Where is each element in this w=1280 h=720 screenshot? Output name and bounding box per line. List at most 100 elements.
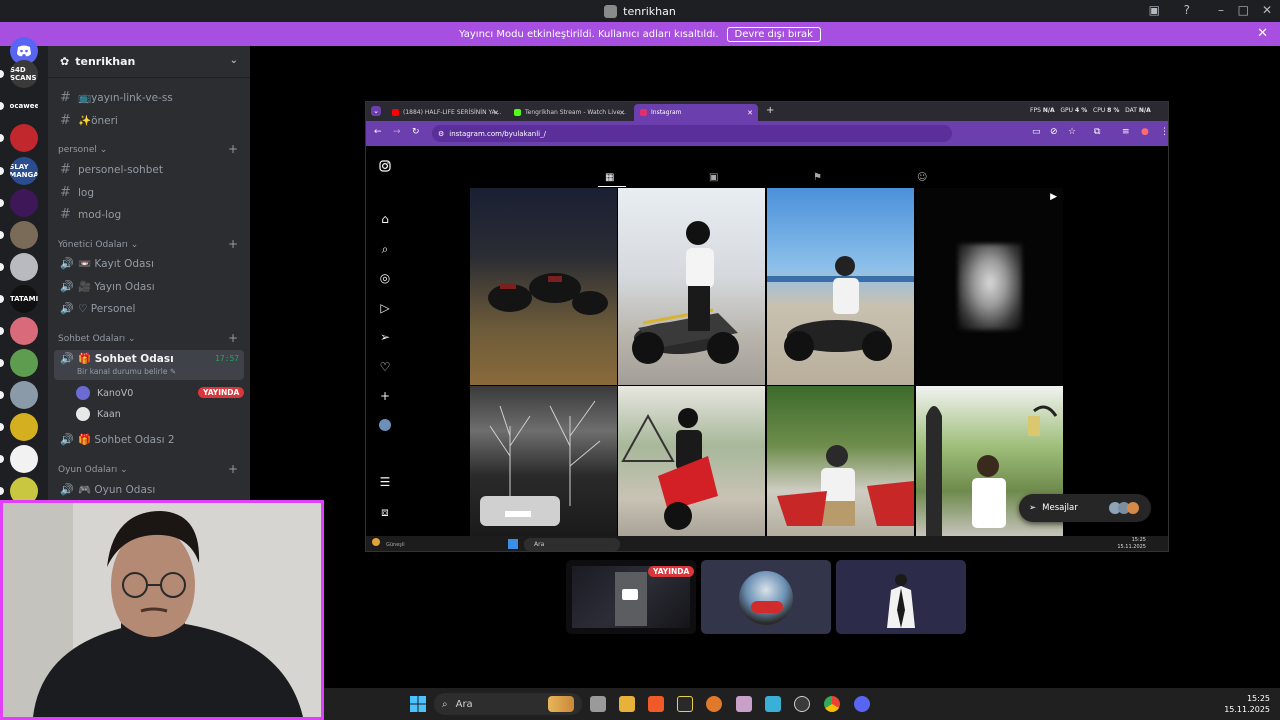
voice-kayit-odasi[interactable]: 🔊 📼 Kayıt Odası xyxy=(60,257,154,270)
app-icon[interactable] xyxy=(736,696,752,712)
search-field[interactable]: Ara xyxy=(524,538,620,551)
server-icon[interactable]: SLAY MANGA xyxy=(10,157,38,185)
server-icon[interactable]: TATAMI xyxy=(10,285,38,313)
post-thumbnail[interactable] xyxy=(618,386,765,536)
more-menu-icon[interactable]: ☰ xyxy=(378,475,392,489)
tab-list-icon[interactable]: ⌄ xyxy=(371,106,381,116)
avatar[interactable] xyxy=(378,419,392,433)
taskbar-clock[interactable]: 15:25 15.11.2025 xyxy=(1224,693,1270,715)
cast-icon[interactable]: ▭ xyxy=(1032,127,1041,137)
channel-log[interactable]: # log xyxy=(60,185,94,200)
server-icon[interactable]: Gocaweeb xyxy=(10,92,38,120)
screen-share-browser[interactable]: ⌄ (1884) HALF-LIFE SERİSİNİN YA... ✕ Teng… xyxy=(365,101,1169,552)
server-icon[interactable] xyxy=(10,253,38,281)
discord-icon[interactable] xyxy=(854,696,870,712)
reels-icon[interactable]: ▷ xyxy=(378,301,392,315)
close-button[interactable]: ✕ xyxy=(1262,3,1272,17)
taskbar-search[interactable]: ⌕ Ara xyxy=(434,693,582,715)
post-thumbnail[interactable] xyxy=(618,188,765,385)
app-icon[interactable] xyxy=(794,696,810,712)
voice-yayin-odasi[interactable]: 🔊 🎥 Yayın Odası xyxy=(60,280,155,293)
add-channel-icon[interactable]: + xyxy=(228,331,238,345)
server-icon[interactable] xyxy=(10,349,38,377)
app-icon[interactable] xyxy=(706,696,722,712)
close-icon[interactable]: ✕ xyxy=(1257,26,1268,41)
post-thumbnail[interactable] xyxy=(470,188,617,385)
tagged-tab-icon[interactable]: ☺ xyxy=(917,172,927,183)
add-channel-icon[interactable]: + xyxy=(228,142,238,156)
hide-icon[interactable]: ⊘ xyxy=(1050,127,1058,137)
help-icon[interactable]: ? xyxy=(1184,3,1190,17)
server-icon[interactable]: S4D SCANS xyxy=(10,60,38,88)
post-thumbnail[interactable] xyxy=(767,188,914,385)
post-thumbnail[interactable] xyxy=(470,386,617,536)
messages-pill[interactable]: ➢ Mesajlar xyxy=(1019,494,1151,522)
extensions-icon[interactable]: ⧉ xyxy=(1094,127,1100,137)
reload-icon[interactable]: ↻ xyxy=(412,127,420,137)
voice-sohbet-odasi[interactable]: 🔊 🎁 Sohbet Odası xyxy=(60,352,174,365)
maximize-button[interactable]: □ xyxy=(1238,3,1249,17)
search-icon[interactable]: ⌕ xyxy=(378,242,392,256)
chrome-icon[interactable] xyxy=(824,696,840,712)
direct-icon[interactable]: ➢ xyxy=(378,330,392,344)
file-explorer-icon[interactable] xyxy=(619,696,635,712)
app-icon[interactable] xyxy=(765,696,781,712)
channel-mod-log[interactable]: # mod-log xyxy=(60,207,121,222)
server-icon[interactable] xyxy=(10,445,38,473)
inbox-icon[interactable]: ▣ xyxy=(1149,3,1160,17)
saved-tab-icon[interactable]: ⚑ xyxy=(813,172,822,183)
media-icon[interactable]: ≡ xyxy=(1122,127,1130,137)
server-icon[interactable] xyxy=(10,413,38,441)
back-icon[interactable]: ← xyxy=(374,127,382,137)
url-field[interactable]: ⚙ instagram.com/byulakanli_/ xyxy=(432,125,952,142)
participant-tile-kaan[interactable] xyxy=(836,560,966,634)
add-channel-icon[interactable]: + xyxy=(228,237,238,251)
windows-start-icon[interactable] xyxy=(410,696,426,716)
browser-tab-youtube[interactable]: (1884) HALF-LIFE SERİSİNİN YA... ✕ xyxy=(386,104,504,121)
reels-tab-icon[interactable]: ▣ xyxy=(709,172,718,183)
app-icon[interactable] xyxy=(677,696,693,712)
category-oyun[interactable]: Oyun Odaları ⌄ xyxy=(58,465,128,475)
browser-tab-kick[interactable]: Tengrikhan Stream - Watch Live... ✕ xyxy=(508,104,630,121)
category-personel[interactable]: personel ⌄ xyxy=(58,145,107,155)
channel-status-field[interactable]: Bir kanal durumu belirle ✎ xyxy=(77,367,176,376)
server-icon[interactable] xyxy=(10,124,38,152)
heart-icon[interactable]: ♡ xyxy=(378,360,392,374)
forward-icon[interactable]: → xyxy=(393,127,401,137)
guild-header[interactable]: ✿ tenrikhan ⌄ xyxy=(48,46,250,78)
server-icon[interactable] xyxy=(10,381,38,409)
category-yonetici[interactable]: Yönetici Odaları ⌄ xyxy=(58,240,138,250)
voice-oyun-odasi[interactable]: 🔊 🎮 Oyun Odası xyxy=(60,483,155,496)
instagram-logo-icon[interactable] xyxy=(378,160,392,174)
home-icon[interactable]: ⌂ xyxy=(378,212,392,226)
server-icon[interactable] xyxy=(10,189,38,217)
minimize-button[interactable]: – xyxy=(1218,3,1224,17)
threads-icon[interactable]: ⧈ xyxy=(378,505,392,519)
server-icon[interactable] xyxy=(10,221,38,249)
reel-thumbnail[interactable]: ▶ xyxy=(916,188,1063,385)
category-sohbet[interactable]: Sohbet Odaları ⌄ xyxy=(58,334,136,344)
post-thumbnail[interactable] xyxy=(767,386,914,536)
channel-yayin-link[interactable]: # 📺yayın-link-ve-ss xyxy=(60,90,173,105)
new-tab-icon[interactable]: + xyxy=(766,105,774,116)
channel-oneri[interactable]: # ✨öneri xyxy=(60,113,118,128)
add-channel-icon[interactable]: + xyxy=(228,462,238,476)
disable-streamer-mode-button[interactable]: Devre dışı bırak xyxy=(726,26,821,42)
brave-icon[interactable] xyxy=(648,696,664,712)
start-icon[interactable] xyxy=(508,539,518,549)
voice-user-kaan[interactable]: Kaan xyxy=(76,407,121,421)
voice-sohbet-odasi-2[interactable]: 🔊 🎁 Sohbet Odası 2 xyxy=(60,433,175,446)
create-icon[interactable]: + xyxy=(378,389,392,403)
browser-tab-instagram[interactable]: Instagram ✕ xyxy=(634,104,758,121)
profile-icon[interactable]: ● xyxy=(1141,127,1149,137)
voice-personel[interactable]: 🔊 ♡ Personel xyxy=(60,302,135,315)
menu-kebab-icon[interactable]: ⋮ xyxy=(1160,127,1168,137)
voice-user-kanov0[interactable]: KanoV0 xyxy=(76,386,133,400)
server-icon[interactable] xyxy=(10,317,38,345)
task-view-icon[interactable] xyxy=(590,696,606,712)
stream-preview-screen[interactable]: YAYINDA xyxy=(566,560,696,634)
participant-tile-kanov0[interactable] xyxy=(701,560,831,634)
bookmark-star-icon[interactable]: ☆ xyxy=(1068,127,1076,137)
explore-icon[interactable]: ◎ xyxy=(378,271,392,285)
channel-personel-sohbet[interactable]: # personel-sohbet xyxy=(60,162,163,177)
